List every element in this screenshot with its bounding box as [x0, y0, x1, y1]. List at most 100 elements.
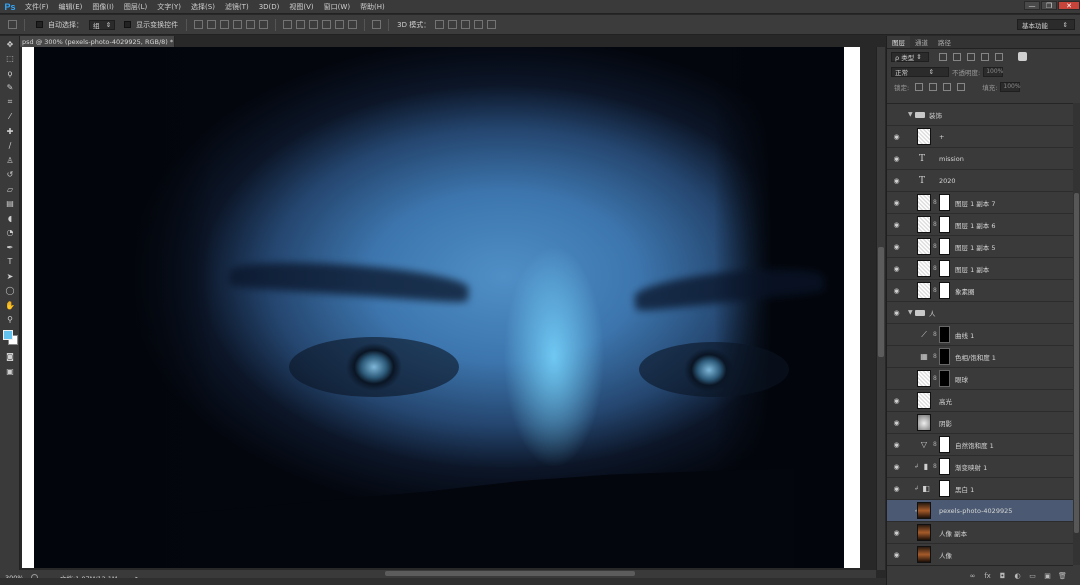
distribute-vcenter-icon[interactable] — [296, 20, 306, 29]
restore-button[interactable]: ❐ — [1041, 1, 1057, 10]
visibility-eye-icon[interactable]: ◉ — [892, 242, 901, 251]
align-left-icon[interactable] — [233, 20, 243, 29]
layer-row[interactable]: ◉ 8 象素圈 — [887, 280, 1073, 302]
healing-brush-tool-icon[interactable]: ✚ — [3, 125, 17, 138]
layer-row[interactable]: ◉ 人像 副本 — [887, 522, 1073, 544]
visibility-eye-icon[interactable]: ◉ — [892, 418, 901, 427]
layer-row[interactable]: ◉ + — [887, 126, 1073, 148]
menu-image[interactable]: 图像(I) — [87, 2, 119, 12]
layer-row[interactable]: ↲pexels-photo-4029925 — [887, 500, 1073, 522]
menu-edit[interactable]: 编辑(E) — [54, 2, 88, 12]
layer-row[interactable]: ◉ 8 图层 1 副本 6 — [887, 214, 1073, 236]
align-top-icon[interactable] — [194, 20, 204, 29]
opacity-input[interactable]: 100% — [983, 66, 1003, 77]
tab-paths[interactable]: 路径 — [933, 36, 956, 48]
visibility-eye-icon[interactable]: ◉ — [892, 528, 901, 537]
3d-scale-icon[interactable] — [487, 20, 497, 29]
layer-row[interactable]: ◉ ▽ 8 自然饱和度 1 — [887, 434, 1073, 456]
visibility-eye-icon[interactable]: ◉ — [892, 440, 901, 449]
gradient-tool-icon[interactable]: ▤ — [3, 197, 17, 210]
lasso-tool-icon[interactable]: ϙ — [3, 67, 17, 80]
close-button[interactable]: ✕ — [1058, 1, 1080, 10]
new-adjustment-icon[interactable]: ◐ — [1013, 571, 1022, 580]
auto-select-dropdown[interactable]: 组 ⇕ — [89, 19, 116, 30]
menu-window[interactable]: 窗口(W) — [319, 2, 355, 12]
visibility-eye-icon[interactable] — [892, 352, 901, 361]
scroll-thumb[interactable] — [1074, 193, 1079, 533]
visibility-eye-icon[interactable]: ◉ — [892, 220, 901, 229]
menu-3d[interactable]: 3D(D) — [254, 3, 285, 11]
align-hcenter-icon[interactable] — [246, 20, 256, 29]
visibility-eye-icon[interactable]: ◉ — [892, 132, 901, 141]
visibility-eye-icon[interactable] — [892, 330, 901, 339]
new-group-icon[interactable]: ▭ — [1028, 571, 1037, 580]
pen-tool-icon[interactable]: ✒ — [3, 241, 17, 254]
distribute-hcenter-icon[interactable] — [335, 20, 345, 29]
scroll-thumb[interactable] — [385, 571, 635, 576]
lock-position-icon[interactable] — [943, 82, 952, 91]
fx-icon[interactable]: fx — [983, 571, 992, 580]
layer-row[interactable]: ◉ T 2020 — [887, 170, 1073, 192]
new-layer-icon[interactable]: ▣ — [1043, 571, 1052, 580]
minimize-button[interactable]: — — [1024, 1, 1040, 10]
visibility-eye-icon[interactable] — [892, 110, 901, 119]
scroll-thumb[interactable] — [878, 247, 884, 357]
lock-all-icon[interactable] — [957, 82, 966, 91]
layer-row[interactable]: ◉ ↲ ◧ 黑白 1 — [887, 478, 1073, 500]
eyedropper-tool-icon[interactable]: ⁄ — [3, 110, 17, 123]
visibility-eye-icon[interactable]: ◉ — [892, 264, 901, 273]
move-tool-icon[interactable]: ✥ — [3, 38, 17, 51]
auto-align-icon[interactable] — [372, 20, 382, 29]
visibility-eye-icon[interactable]: ◉ — [892, 308, 901, 317]
align-bottom-icon[interactable] — [220, 20, 230, 29]
filter-pixel-icon[interactable] — [939, 52, 947, 61]
filter-toggle[interactable] — [1018, 52, 1027, 61]
3d-roll-icon[interactable] — [448, 20, 458, 29]
show-transform-checkbox[interactable] — [124, 21, 132, 28]
layer-row[interactable]: ◉ 高光 — [887, 390, 1073, 412]
visibility-eye-icon[interactable]: ◉ — [892, 198, 901, 207]
screen-mode-icon[interactable]: ▣ — [3, 365, 17, 378]
visibility-eye-icon[interactable]: ◉ — [892, 286, 901, 295]
menu-filter[interactable]: 滤镜(T) — [220, 2, 254, 12]
menu-file[interactable]: 文件(F) — [20, 2, 54, 12]
link-layers-icon[interactable]: ∞ — [968, 571, 977, 580]
lock-image-icon[interactable] — [929, 82, 938, 91]
delete-layer-icon[interactable]: 🗑 — [1058, 571, 1067, 580]
fill-input[interactable]: 100% — [1000, 81, 1021, 92]
move-tool-icon[interactable] — [8, 20, 17, 29]
visibility-eye-icon[interactable]: ◉ — [892, 462, 901, 471]
visibility-eye-icon[interactable]: ◉ — [892, 396, 901, 405]
3d-slide-icon[interactable] — [474, 20, 484, 29]
blend-mode-dropdown[interactable]: 正常 ⇕ — [891, 66, 949, 77]
marquee-tool-icon[interactable]: ⬚ — [3, 52, 17, 65]
foreground-color-swatch[interactable] — [3, 330, 13, 340]
layer-row[interactable]: ◉ 8 图层 1 副本 7 — [887, 192, 1073, 214]
3d-drag-icon[interactable] — [461, 20, 471, 29]
crop-tool-icon[interactable]: ⌗ — [3, 96, 17, 109]
layer-group-row[interactable]: ◉ ▼ 人 — [887, 302, 1073, 324]
3d-rotate-icon[interactable] — [435, 20, 445, 29]
menu-view[interactable]: 视图(V) — [284, 2, 318, 12]
zoom-tool-icon[interactable]: ⚲ — [3, 313, 17, 326]
tab-channels[interactable]: 通道 — [910, 36, 933, 48]
color-swatches[interactable] — [1, 330, 19, 346]
align-vcenter-icon[interactable] — [207, 20, 217, 29]
eraser-tool-icon[interactable]: ▱ — [3, 183, 17, 196]
layer-row[interactable]: ◉ 8 图层 1 副本 5 — [887, 236, 1073, 258]
filter-type-icon[interactable] — [967, 52, 975, 61]
layer-row[interactable]: ◉ 8 图层 1 副本 — [887, 258, 1073, 280]
distribute-bottom-icon[interactable] — [309, 20, 319, 29]
workspace-dropdown[interactable]: 基本功能 ⇕ — [1017, 19, 1075, 30]
quick-mask-icon[interactable]: ◙ — [3, 350, 17, 363]
visibility-eye-icon[interactable]: ◉ — [892, 484, 901, 493]
blur-tool-icon[interactable]: ◖ — [3, 212, 17, 225]
dodge-tool-icon[interactable]: ◔ — [3, 226, 17, 239]
type-tool-icon[interactable]: T — [3, 255, 17, 268]
path-select-tool-icon[interactable]: ➤ — [3, 270, 17, 283]
visibility-eye-icon[interactable] — [892, 506, 901, 515]
auto-select-checkbox[interactable] — [36, 21, 43, 28]
distribute-right-icon[interactable] — [348, 20, 358, 29]
filter-kind-dropdown[interactable]: ρ 类型 ⇕ — [891, 51, 929, 62]
history-brush-tool-icon[interactable]: ↺ — [3, 168, 17, 181]
